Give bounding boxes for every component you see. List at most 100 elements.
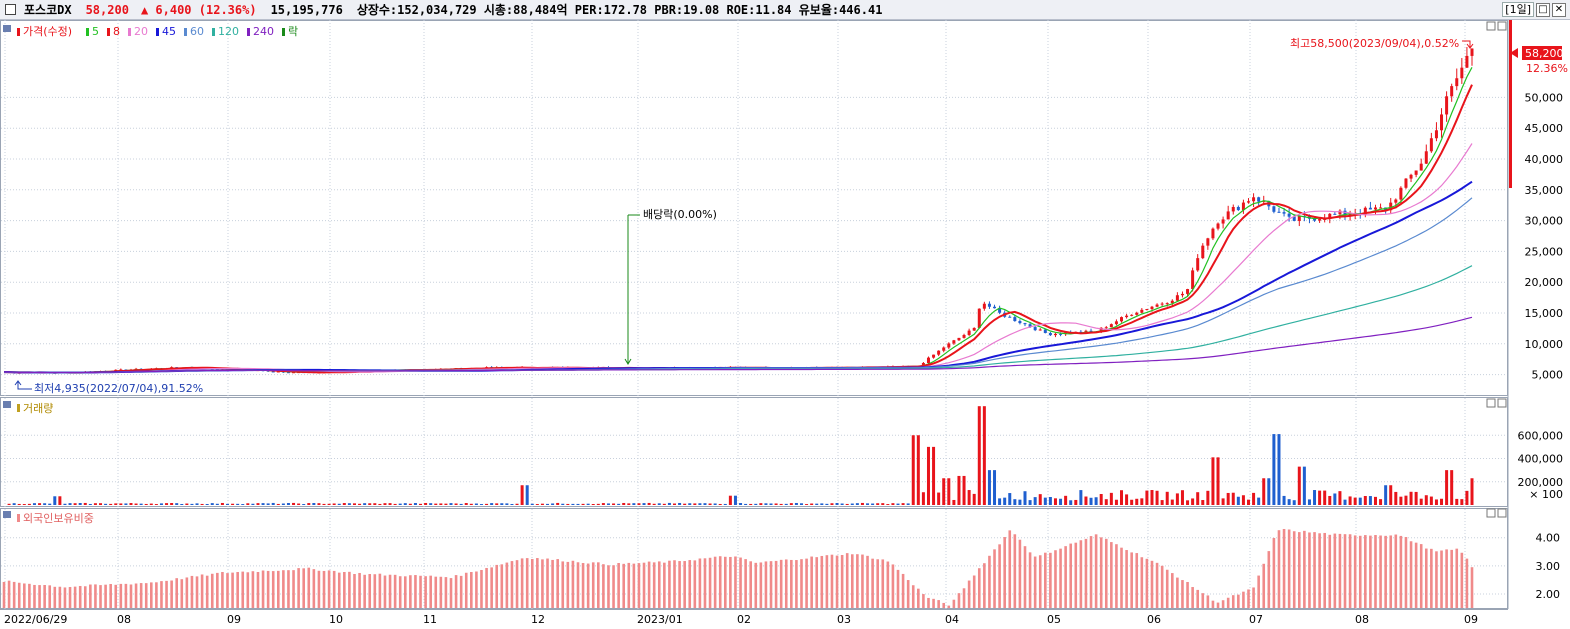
foreign-bar (1104, 538, 1108, 608)
volume-bar (1343, 499, 1347, 505)
candle-body (1048, 333, 1052, 336)
foreign-bar (830, 554, 834, 608)
restore-icon[interactable]: □ (1536, 2, 1550, 17)
foreign-bar (1054, 550, 1057, 608)
volume-bar (322, 503, 326, 505)
foreign-bar (703, 558, 707, 608)
volume-bar (1465, 490, 1469, 505)
foreign-bar (718, 556, 722, 608)
foreign-bar (1404, 537, 1408, 608)
volume-bar (500, 503, 504, 505)
foreign-bar (784, 559, 788, 608)
foreign-bar (1343, 534, 1347, 608)
foreign-bar (363, 574, 366, 608)
foreign-bar (1358, 535, 1362, 608)
volume-bar (1140, 498, 1144, 505)
volume-bar (236, 503, 240, 505)
foreign-bar (53, 586, 57, 608)
foreign-legend-label: 외국인보유비중 (23, 512, 94, 525)
volume-bar (1358, 497, 1362, 505)
volume-bar (911, 435, 915, 505)
dividend-legend-label: 락 (288, 25, 298, 38)
period-selector[interactable]: [1일] (1502, 2, 1534, 17)
volume-bar (749, 503, 753, 505)
volume-bar (38, 503, 42, 505)
x-tick-label: 11 (423, 613, 437, 626)
candle-body (1460, 67, 1464, 79)
foreign-bar (185, 577, 189, 608)
volume-bar (1196, 492, 1200, 505)
volume-bar (1074, 499, 1078, 505)
foreign-bar (957, 593, 961, 608)
volume-bar (1201, 500, 1205, 505)
foreign-bar (1445, 549, 1448, 608)
ma-60-swatch (184, 28, 187, 36)
volume-tick-label: 200,000 (1518, 476, 1564, 489)
foreign-bar (571, 560, 575, 608)
foreign-bar (1323, 532, 1326, 608)
volume-bar (1053, 498, 1057, 505)
volume-bar (1323, 490, 1327, 505)
volume-bar (779, 503, 783, 505)
volume-bar (784, 503, 788, 505)
foreign-bar (297, 568, 300, 608)
volume-bar (708, 503, 712, 505)
volume-bar (901, 503, 905, 505)
foreign-bar (642, 562, 646, 608)
foreign-bar (1252, 587, 1255, 608)
volume-bar (1338, 491, 1342, 505)
foreign-bar (1145, 558, 1149, 608)
candle-body (1155, 304, 1159, 307)
volume-legend: 거래량 (3, 401, 53, 415)
volume-bar (78, 503, 82, 505)
foreign-bar (1013, 534, 1017, 608)
foreign-bar (1348, 534, 1352, 608)
foreign-bar (901, 573, 905, 608)
price-tick-label: 15,000 (1525, 307, 1564, 320)
foreign-bar (1430, 548, 1433, 608)
foreign-bar (48, 585, 52, 608)
candle-body (1043, 329, 1047, 334)
foreign-bar (911, 585, 915, 608)
volume-bar (454, 503, 458, 505)
foreign-panel-buttons[interactable] (1486, 508, 1507, 518)
x-tick-label: 08 (1355, 613, 1369, 626)
volume-bar (479, 504, 483, 505)
foreign-bar (1374, 535, 1377, 608)
volume-bar (916, 435, 920, 505)
foreign-bar (698, 558, 702, 608)
close-icon[interactable]: ✕ (1552, 2, 1566, 17)
volume-bar (1419, 498, 1423, 505)
select-checkbox[interactable] (5, 4, 16, 15)
candle-body (1333, 213, 1337, 215)
foreign-bar (175, 578, 179, 608)
foreign-bar (1079, 540, 1083, 608)
ma-120-swatch (212, 28, 215, 36)
volume-bar (739, 503, 743, 505)
candle-body (271, 371, 275, 373)
foreign-bar (1201, 593, 1205, 608)
foreign-bar (810, 556, 813, 608)
volume-bar (17, 503, 21, 505)
foreign-bar (1353, 535, 1357, 608)
price-panel-buttons[interactable] (1486, 21, 1507, 31)
candle-body (942, 347, 946, 351)
foreign-bar (1389, 535, 1393, 608)
volume-panel-buttons[interactable] (1486, 398, 1507, 408)
current-price: 58,200 (85, 2, 129, 17)
candle-body (1272, 206, 1276, 212)
foreign-bar (1221, 600, 1225, 608)
volume-bar (1429, 496, 1433, 505)
volume-bar (1282, 495, 1286, 505)
volume-bar (886, 504, 890, 505)
foreign-bar (165, 580, 168, 608)
foreign-bar (7, 580, 11, 608)
volume-bar (220, 502, 224, 505)
chart-canvas[interactable]: 5,000 10,000 15,000 20,000 25,000 30,000 35,00… (0, 20, 1570, 629)
candle-body (993, 306, 997, 309)
foreign-bar (734, 556, 737, 608)
foreign-bar (876, 559, 879, 608)
x-tick-label: 04 (945, 613, 959, 626)
volume-bar (1373, 496, 1377, 505)
volume-bar (825, 503, 829, 505)
